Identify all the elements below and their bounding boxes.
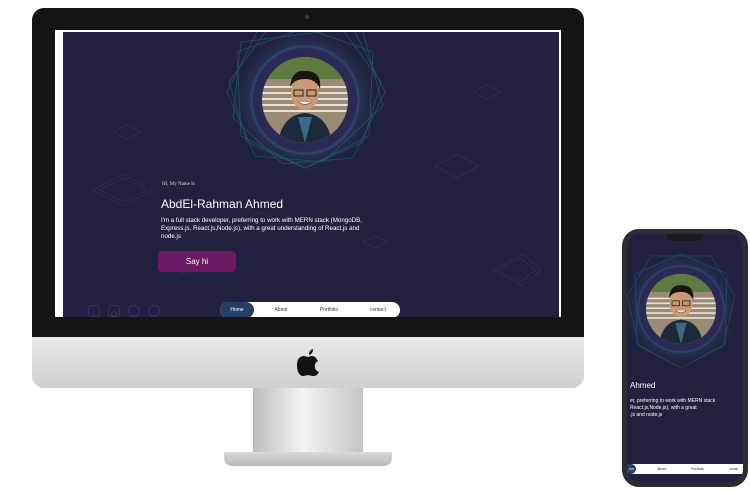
phone-profile-photo — [646, 274, 716, 344]
nav-portfolio[interactable]: Portfolio — [312, 302, 346, 317]
phone-bio-line: .js and node.js — [630, 412, 663, 418]
linkedin-icon[interactable]: in — [88, 305, 100, 317]
phone-nav-about[interactable]: About — [657, 464, 666, 474]
phone-bottom-nav: me About Portfolio conta — [627, 464, 743, 474]
phone-avatar-ring — [639, 267, 723, 351]
portfolio-site: HI, My Name Is AbdEl-Rahman Ahmed I'm a … — [63, 32, 559, 317]
greeting-text: HI, My Name Is — [162, 182, 195, 187]
apple-logo-icon — [297, 349, 319, 376]
bottom-nav: Home About Portfolio contact — [220, 302, 400, 317]
bio-text: I'm a full stack developer, preferring t… — [161, 217, 362, 240]
instagram-icon[interactable] — [108, 305, 120, 317]
phone-bio-text: er, preferring to work with MERN stack R… — [630, 398, 742, 419]
phone-frame: Ahmed er, preferring to work with MERN s… — [622, 229, 748, 487]
phone-screen: Ahmed er, preferring to work with MERN s… — [627, 234, 743, 482]
say-hi-button[interactable]: Say hi — [158, 251, 236, 272]
phone-nav-home[interactable]: me — [627, 464, 636, 474]
phone-nav-contact[interactable]: conta — [729, 464, 738, 474]
profile-photo — [262, 57, 348, 143]
nav-about[interactable]: About — [266, 302, 296, 317]
imac-stand-neck — [253, 388, 363, 454]
phone-nav-portfolio[interactable]: Portfolio — [691, 464, 704, 474]
developer-name: AbdEl-Rahman Ahmed — [161, 197, 284, 211]
camera-icon — [305, 15, 309, 19]
github-icon[interactable] — [128, 305, 140, 317]
phone-bio-line: er, preferring to work with MERN stack — [630, 398, 716, 404]
profile-avatar-ring — [253, 48, 357, 152]
nav-contact[interactable]: contact — [362, 302, 394, 317]
imac-stand-foot — [224, 452, 392, 466]
phone-bio-line: React.js,Node.js), with a great — [630, 405, 697, 411]
phone-developer-name: Ahmed — [630, 381, 656, 390]
desktop-screen: HI, My Name Is AbdEl-Rahman Ahmed I'm a … — [55, 30, 561, 317]
svg-text:in: in — [91, 313, 96, 317]
nav-home[interactable]: Home — [220, 302, 254, 317]
whatsapp-icon[interactable] — [148, 305, 160, 317]
